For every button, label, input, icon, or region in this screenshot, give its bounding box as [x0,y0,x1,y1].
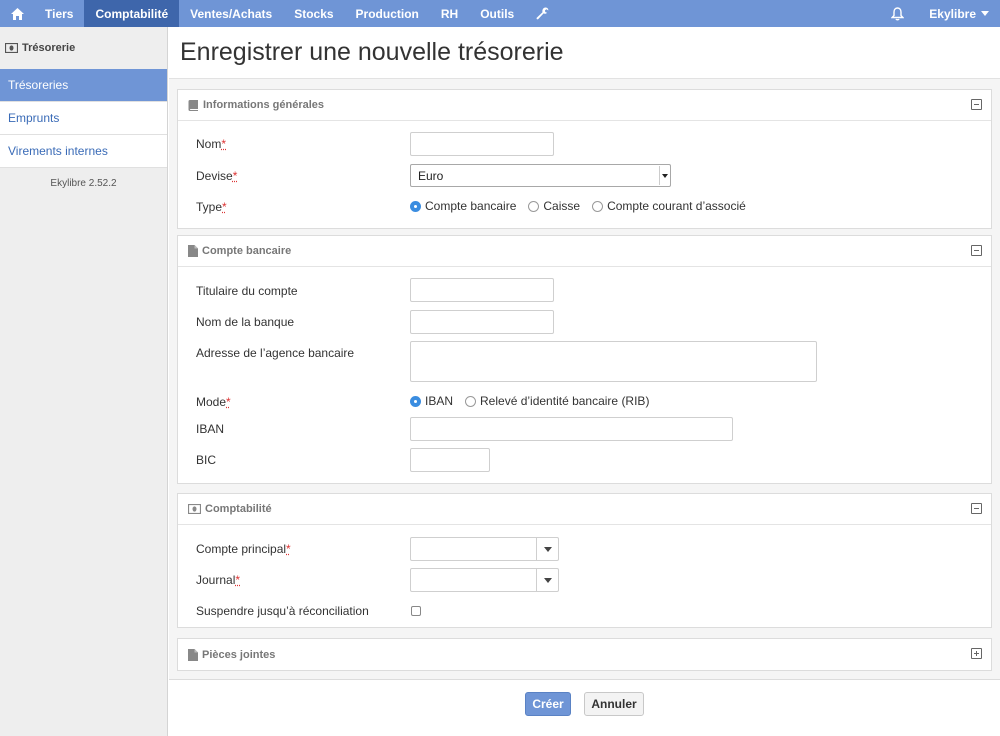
suspend-label: Suspendre jusqu’à réconciliation [196,604,369,618]
radio-icon [592,200,604,212]
nav-tiers[interactable]: Tiers [34,0,84,27]
journal-label: Journal* [196,573,241,587]
suspend-checkbox[interactable] [411,606,421,616]
accounting-panel: Comptabilité Compte principal* Journal* … [177,493,992,628]
main-account-select[interactable] [410,537,559,561]
mode-option-rib[interactable]: Relevé d’identité bancaire (RIB) [465,394,649,408]
bic-label: BIC [196,453,217,467]
chevron-down-icon [981,11,989,16]
main-content: Enregistrer une nouvelle trésorerie Info… [169,27,1000,736]
type-label: Type* [196,200,227,214]
sidebar-header: Trésorerie [0,27,167,69]
type-option-compte-bancaire[interactable]: Compte bancaire [410,199,516,213]
mode-option-iban[interactable]: IBAN [410,394,453,408]
user-menu[interactable]: Ekylibre [915,0,1000,27]
bank-name-label: Nom de la banque [196,315,295,329]
wrench-icon [536,7,549,20]
bank-account-panel: Compte bancaire Titulaire du compte Nom … [177,235,992,484]
cancel-button[interactable]: Annuler [584,692,644,716]
iban-input[interactable] [410,417,733,441]
currency-value: Euro [418,169,444,183]
money-icon [188,504,201,514]
radio-icon [465,395,477,407]
bell-icon [891,6,905,20]
panel-header: Comptabilité [178,494,991,525]
holder-input[interactable] [410,278,554,302]
panel-title: Informations générales [203,99,325,111]
collapse-button[interactable] [971,245,982,256]
money-icon [5,43,18,53]
chevron-down-icon[interactable] [536,569,558,591]
nav-stocks[interactable]: Stocks [283,0,344,27]
holder-label: Titulaire du compte [196,284,298,298]
notifications-button[interactable] [880,0,915,27]
general-info-panel: Informations générales Nom* Devise* Euro… [177,89,992,229]
attachments-panel: Pièces jointes [177,638,992,671]
form-actions: Créer Annuler [169,679,1000,736]
bic-input[interactable] [410,448,490,472]
panel-header[interactable]: Pièces jointes [178,639,991,670]
create-button[interactable]: Créer [525,692,571,716]
settings-button[interactable] [525,0,560,27]
currency-label: Devise* [196,169,238,183]
sidebar-item-emprunts[interactable]: Emprunts [0,102,167,135]
radio-selected-icon [410,395,421,407]
type-option-compte-courant[interactable]: Compte courant d’associé [592,199,746,213]
page-title: Enregistrer une nouvelle trésorerie [180,38,564,66]
collapse-button[interactable] [971,503,982,514]
chevron-down-icon [659,166,669,185]
iban-label: IBAN [196,422,225,436]
bank-name-input[interactable] [410,310,554,334]
sidebar-item-virements-internes[interactable]: Virements internes [0,135,167,168]
radio-icon [528,200,540,212]
book-icon [188,99,199,111]
document-icon [188,245,198,257]
top-navigation: Tiers Comptabilité Ventes/Achats Stocks … [0,0,1000,27]
nav-outils[interactable]: Outils [469,0,525,27]
type-radio-group: Compte bancaire Caisse Compte courant d’… [410,199,758,213]
nav-comptabilite[interactable]: Comptabilité [84,0,180,27]
agency-address-textarea[interactable] [410,341,817,382]
journal-select[interactable] [410,568,559,592]
nav-production[interactable]: Production [345,0,430,27]
sidebar: Trésorerie Trésoreries Emprunts Virement… [0,27,168,736]
mode-radio-group: IBAN Relevé d’identité bancaire (RIB) [410,394,661,408]
expand-button[interactable] [971,648,982,659]
collapse-button[interactable] [971,99,982,110]
sidebar-item-tresoreries[interactable]: Trésoreries [0,69,167,102]
home-button[interactable] [0,0,34,27]
name-input[interactable] [410,132,554,156]
panel-title: Pièces jointes [202,648,276,661]
user-name: Ekylibre [929,6,976,21]
main-account-label: Compte principal* [196,542,291,556]
mode-label: Mode* [196,395,231,409]
radio-selected-icon [410,200,421,212]
chevron-down-icon[interactable] [536,538,558,560]
panel-header: Informations générales [178,90,991,121]
name-label: Nom* [196,137,227,151]
home-icon [11,7,24,20]
panel-title: Compte bancaire [202,245,292,257]
document-icon [188,648,198,661]
app-version: Ekylibre 2.52.2 [50,178,117,189]
panel-title: Comptabilité [205,503,272,515]
panel-header: Compte bancaire [178,236,991,267]
nav-rh[interactable]: RH [430,0,469,27]
currency-select[interactable]: Euro [410,164,671,187]
nav-ventes-achats[interactable]: Ventes/Achats [179,0,283,27]
agency-address-label: Adresse de l’agence bancaire [196,346,355,360]
type-option-caisse[interactable]: Caisse [528,199,580,213]
sidebar-header-label: Trésorerie [22,42,76,54]
title-bar: Enregistrer une nouvelle trésorerie [169,27,1000,79]
